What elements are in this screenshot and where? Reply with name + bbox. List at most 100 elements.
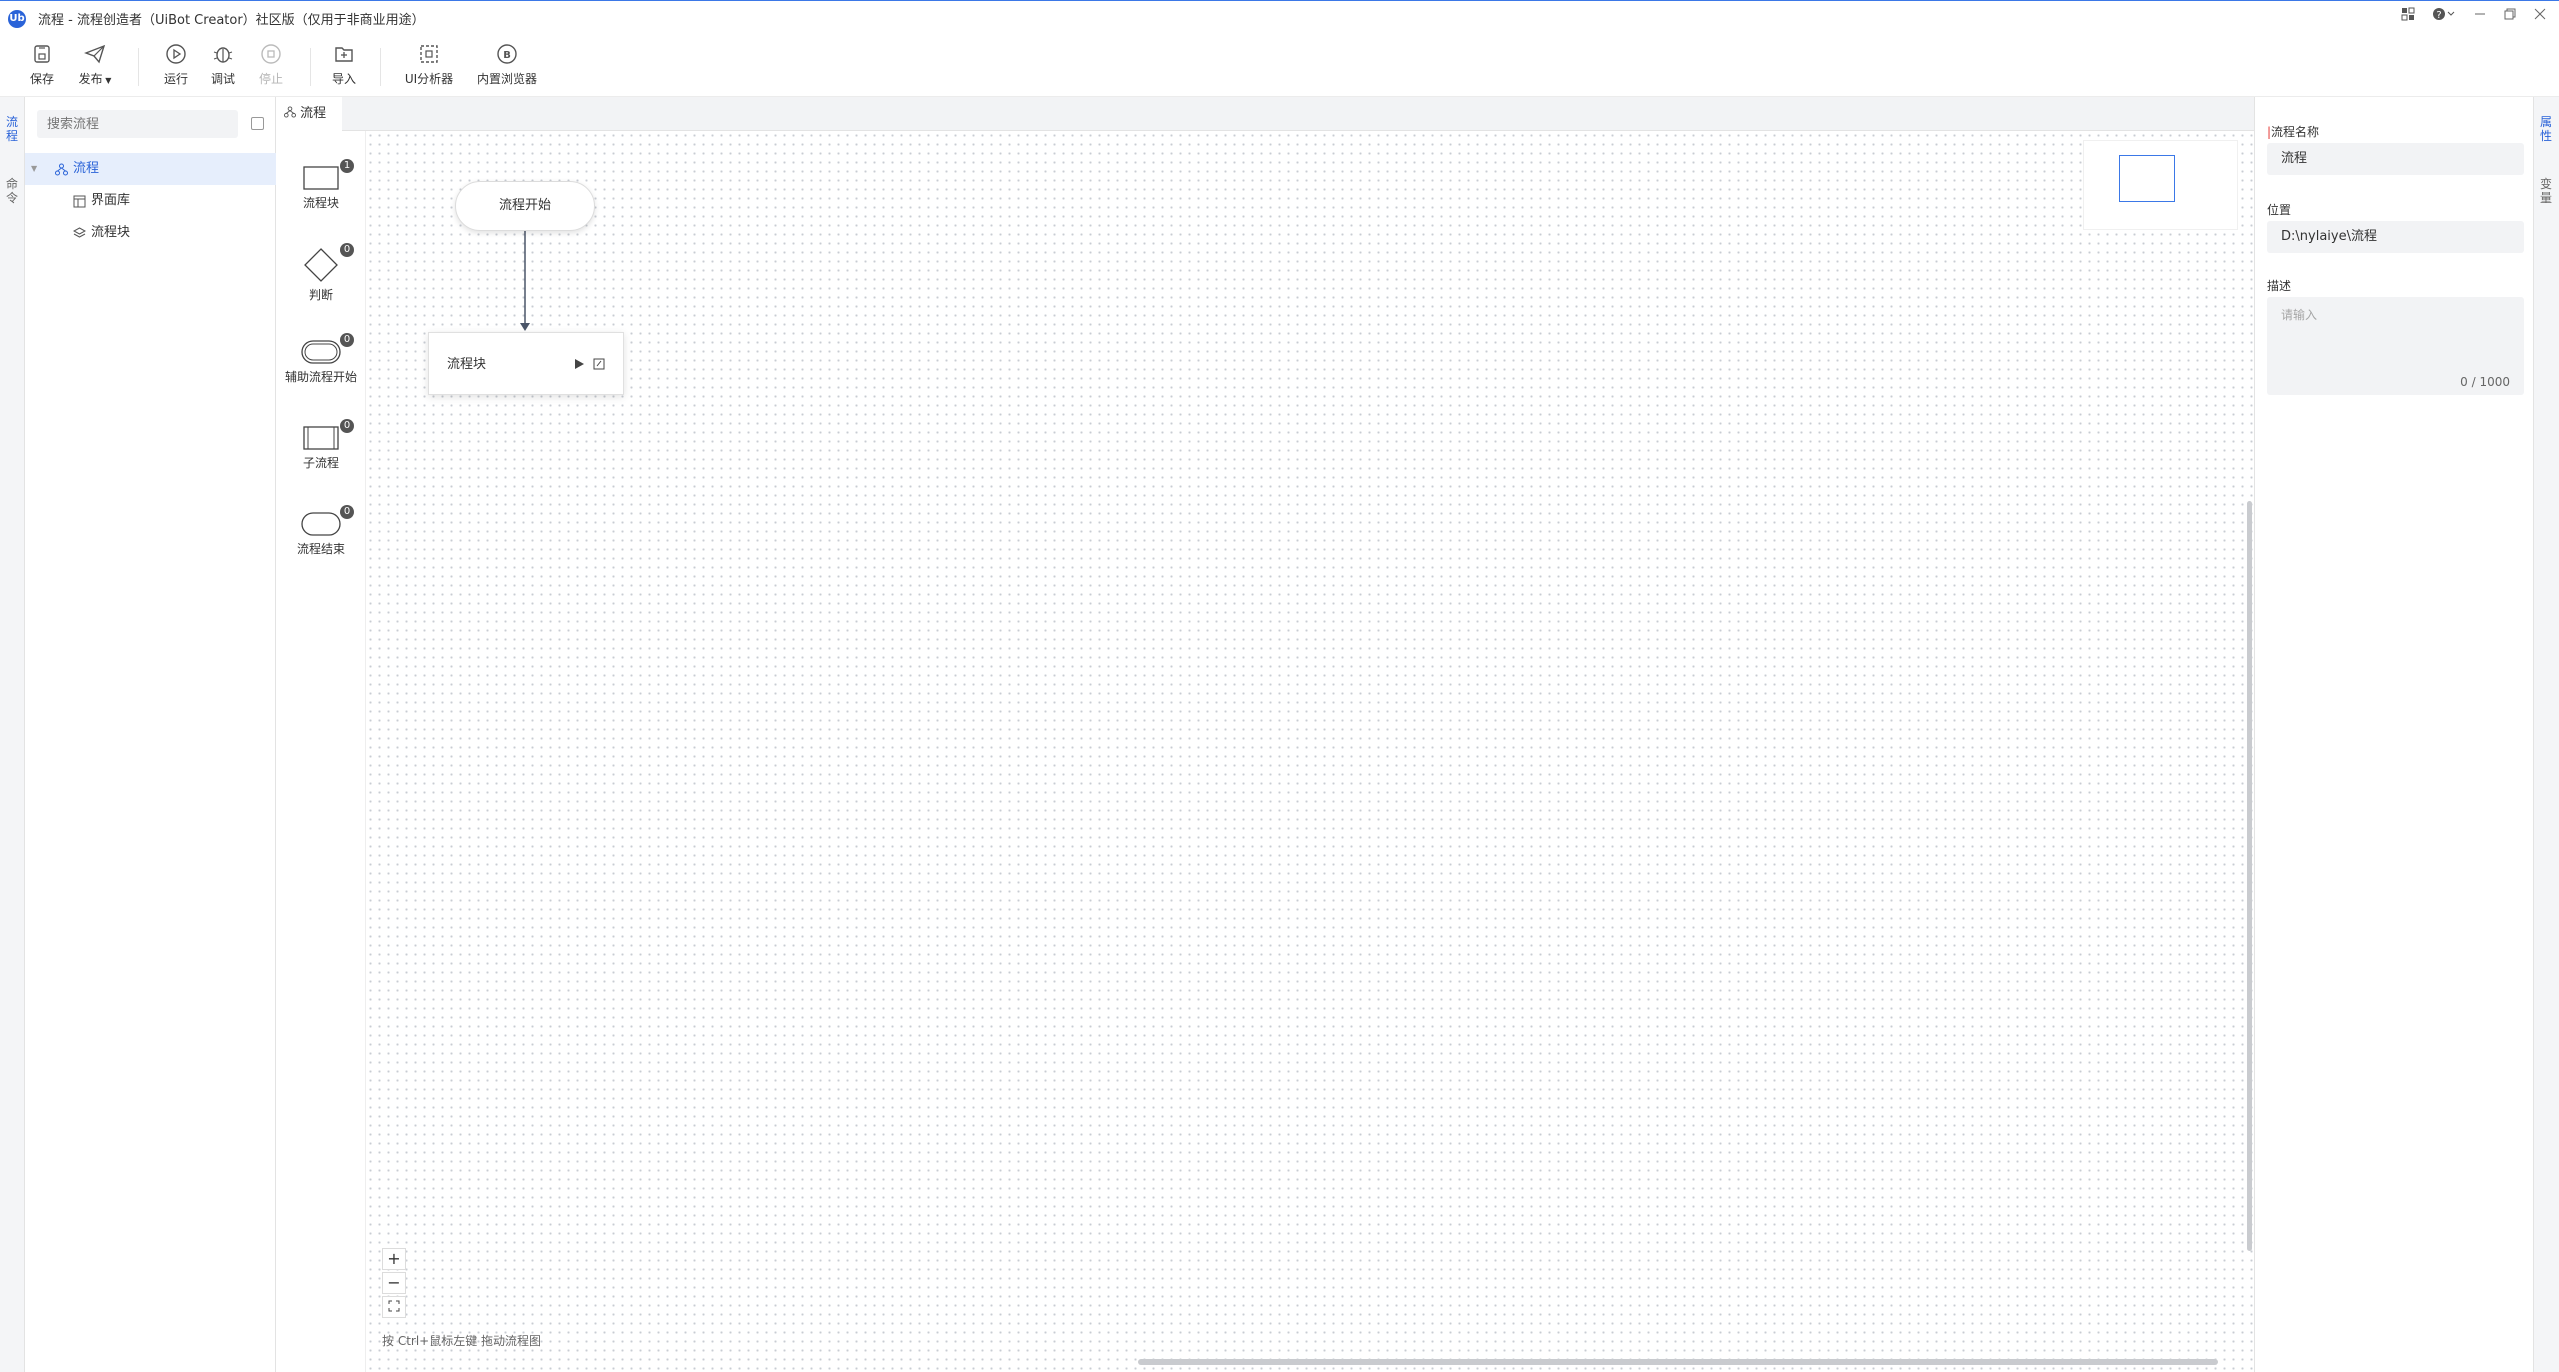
palette-item-label: 子流程 xyxy=(302,456,339,470)
block-node[interactable]: 流程块 xyxy=(428,332,624,395)
toolbar: 保存 发布 ▼ 运行 调试 停止 导入 UI分析器 B 内置浏览器 xyxy=(0,34,2559,97)
toolbar-divider xyxy=(138,48,139,86)
chevron-down-icon: ▼ xyxy=(102,76,112,85)
browser-icon: B xyxy=(497,44,517,64)
diamond-shape-icon xyxy=(304,248,338,282)
palette-item-end[interactable]: 0 流程结束 xyxy=(276,505,366,557)
tree-item-label: 界面库 xyxy=(91,193,131,208)
help-icon[interactable]: ? xyxy=(2430,7,2460,27)
send-icon xyxy=(84,44,106,64)
close-icon[interactable] xyxy=(2530,7,2550,27)
component-palette: 1 流程块 0 判断 0 辅助流程开始 0 子流程 0 流程结束 xyxy=(276,131,366,1372)
palette-item-aux-start[interactable]: 0 辅助流程开始 xyxy=(276,333,366,385)
ui-analyzer-label: UI分析器 xyxy=(404,72,454,86)
svg-text:B: B xyxy=(503,50,511,61)
subflow-shape-icon xyxy=(303,426,339,450)
left-strip: 流程 命令 xyxy=(0,97,25,1372)
save-button[interactable]: 保存 xyxy=(24,42,60,87)
play-icon[interactable] xyxy=(573,358,585,370)
horizontal-scrollbar[interactable] xyxy=(1138,1359,2218,1365)
save-label: 保存 xyxy=(29,72,54,86)
ui-analyzer-button[interactable]: UI分析器 xyxy=(400,42,458,87)
save-icon xyxy=(34,45,50,63)
zoom-in-button[interactable]: + xyxy=(382,1248,406,1270)
zoom-out-button[interactable]: − xyxy=(382,1272,406,1294)
palette-item-label: 判断 xyxy=(308,288,333,302)
stop-label: 停止 xyxy=(258,72,283,86)
ui-analyzer-icon xyxy=(420,45,438,63)
start-node[interactable]: 流程开始 xyxy=(455,181,595,231)
description-textarea[interactable]: 请输入 0 / 1000 xyxy=(2267,297,2524,395)
count-badge: 0 xyxy=(340,505,354,519)
count-badge: 0 xyxy=(340,333,354,347)
layers-icon xyxy=(73,227,86,238)
palette-item-block[interactable]: 1 流程块 xyxy=(276,159,366,211)
toolbar-divider xyxy=(380,48,381,86)
import-button[interactable]: 导入 xyxy=(326,42,362,87)
tree-item-label: 流程块 xyxy=(91,225,131,240)
right-strip: 属性 变量 xyxy=(2533,97,2559,1372)
browser-label: 内置浏览器 xyxy=(476,72,537,86)
browser-button[interactable]: B 内置浏览器 xyxy=(474,42,540,87)
palette-item-label: 辅助流程开始 xyxy=(284,370,357,384)
flow-icon xyxy=(55,163,68,176)
svg-text:?: ? xyxy=(2436,10,2441,21)
description-placeholder: 请输入 xyxy=(2281,308,2318,322)
count-badge: 1 xyxy=(340,159,354,173)
fit-view-button[interactable] xyxy=(382,1296,406,1318)
debug-label: 调试 xyxy=(210,72,235,86)
palette-item-label: 流程结束 xyxy=(296,542,345,556)
palette-item-decision[interactable]: 0 判断 xyxy=(276,243,366,303)
search-input[interactable] xyxy=(37,110,238,138)
layout-icon[interactable] xyxy=(2398,7,2418,27)
collapse-all-icon[interactable] xyxy=(251,117,264,130)
properties-panel: |流程名称 流程 位置 D:\nylaiye\流程 描述 请输入 0 / 100… xyxy=(2254,97,2533,1372)
vertical-scrollbar[interactable] xyxy=(2247,501,2252,1251)
count-badge: 0 xyxy=(340,419,354,433)
location-field[interactable]: D:\nylaiye\流程 xyxy=(2267,221,2524,253)
stop-button[interactable]: 停止 xyxy=(253,42,289,87)
name-label: |流程名称 xyxy=(2267,125,2320,139)
block-node-label: 流程块 xyxy=(447,357,487,372)
minimize-icon[interactable] xyxy=(2470,7,2490,27)
title-bar: Ub 流程 - 流程创造者（UiBot Creator）社区版（仅用于非商业用途… xyxy=(0,0,2559,34)
palette-item-subflow[interactable]: 0 子流程 xyxy=(276,419,366,471)
tab-flow[interactable]: 流程 xyxy=(276,97,342,131)
fit-screen-icon xyxy=(388,1300,400,1312)
flow-canvas[interactable]: 流程开始 流程块 + − 按 Ctrl+鼠标左键 拖动流程图 xyxy=(366,131,2254,1372)
tree-item-blocks[interactable]: 流程块 xyxy=(25,217,276,249)
sidebar: ▼ 流程 界面库 流程块 xyxy=(25,97,276,1372)
publish-button[interactable]: 发布 ▼ xyxy=(74,42,116,87)
ui-library-icon xyxy=(73,195,86,208)
description-label: 描述 xyxy=(2267,279,2292,293)
tab-flow-panel[interactable]: 流程 xyxy=(4,115,20,143)
rounded-shape-icon xyxy=(301,340,341,364)
app-logo: Ub xyxy=(8,10,26,28)
count-badge: 0 xyxy=(340,243,354,257)
stop-icon xyxy=(261,44,281,64)
minimap[interactable] xyxy=(2083,140,2238,230)
window-title: 流程 - 流程创造者（UiBot Creator）社区版（仅用于非商业用途） xyxy=(38,13,425,28)
tab-command-panel[interactable]: 命令 xyxy=(4,177,20,205)
import-label: 导入 xyxy=(331,72,356,86)
tab-properties[interactable]: 属性 xyxy=(2538,115,2554,143)
run-button[interactable]: 运行 xyxy=(158,42,194,87)
bug-icon xyxy=(213,47,233,63)
restore-icon[interactable] xyxy=(2500,7,2520,27)
tab-label: 流程 xyxy=(300,106,327,121)
flow-name-input[interactable]: 流程 xyxy=(2267,143,2524,175)
tab-variables[interactable]: 变量 xyxy=(2538,177,2554,205)
palette-item-label: 流程块 xyxy=(302,196,339,210)
minimap-viewport[interactable] xyxy=(2119,155,2175,202)
char-count: 0 / 1000 xyxy=(2460,375,2510,389)
edit-icon[interactable] xyxy=(593,358,605,370)
end-shape-icon xyxy=(301,512,341,536)
location-label: 位置 xyxy=(2267,203,2292,217)
drag-hint: 按 Ctrl+鼠标左键 拖动流程图 xyxy=(382,1334,542,1348)
tree-item-flow[interactable]: ▼ 流程 xyxy=(25,153,276,185)
import-icon xyxy=(335,47,353,62)
tree-item-ui-library[interactable]: 界面库 xyxy=(25,185,276,217)
run-label: 运行 xyxy=(163,72,188,86)
chevron-down-icon[interactable]: ▼ xyxy=(31,153,37,185)
debug-button[interactable]: 调试 xyxy=(205,42,241,87)
